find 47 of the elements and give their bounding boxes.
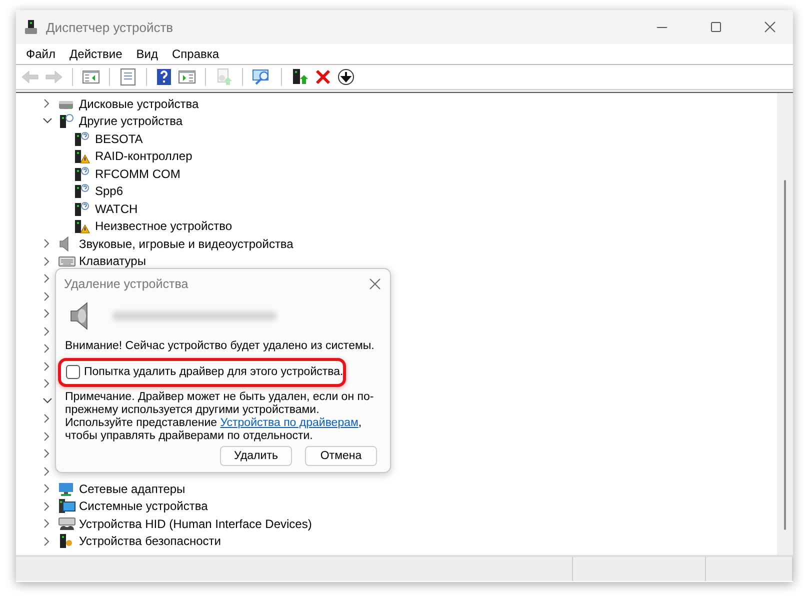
computer-icon	[58, 498, 76, 514]
tree-item[interactable]: Дисковые устройства	[79, 96, 199, 111]
tree-item[interactable]: WATCH	[95, 202, 138, 216]
close-icon[interactable]	[369, 278, 381, 290]
unknown-device-icon	[74, 183, 90, 200]
tree-item[interactable]: BESOTA	[95, 132, 143, 146]
dialog-title: Удаление устройства	[64, 277, 190, 291]
down-arrow-circle-button[interactable]	[335, 66, 357, 88]
maximize-icon[interactable]	[710, 21, 722, 33]
unknown-device-icon	[74, 130, 90, 147]
checkbox-label[interactable]: Попытка удалить драйвер для этого устройства.	[84, 366, 344, 378]
menu-item[interactable]: Файл	[22, 47, 66, 61]
checkbox[interactable]	[66, 365, 80, 379]
driver-view-link[interactable]: Устройства по драйверам	[220, 417, 358, 429]
network-monitor-icon	[58, 480, 74, 497]
unknown-device-icon	[74, 166, 90, 182]
security-device-icon	[58, 533, 74, 550]
device-icon	[24, 19, 38, 35]
tree-item[interactable]: RAID-контроллер	[95, 149, 192, 164]
note-text: Примечание. Драйвер может не быть удален, если он по-прежнему используется другими устройствами.	[65, 391, 375, 417]
tree-item[interactable]: Неизвестное устройство	[95, 219, 232, 234]
warning-text: Внимание! Сейчас устройство будет удалено из системы.	[65, 340, 376, 352]
help-button[interactable]	[154, 66, 174, 88]
tree-item[interactable]: Spp6	[95, 184, 124, 198]
delete-button[interactable]: Удалить	[220, 446, 292, 466]
scrollbar[interactable]	[777, 93, 793, 555]
keyboard-mouse-icon	[58, 516, 76, 532]
warning-device-icon	[74, 148, 90, 164]
hint-text: Используйте представление Устройства по драйверам, чтобы управлять драйверами по отдельности.	[65, 417, 363, 443]
tree-item[interactable]: Сетевые адаптеры	[79, 482, 186, 496]
window-title: Диспетчер устройств	[46, 20, 174, 34]
tree-item[interactable]: Устройства безопасности	[79, 534, 221, 548]
tree-item[interactable]: Устройства HID (Human Interface Devices)	[79, 516, 312, 531]
unknown-device-icon	[74, 200, 90, 217]
unknown-device-icon	[58, 113, 74, 130]
tree-item[interactable]: Другие устройства	[79, 114, 183, 128]
close-icon[interactable]	[764, 21, 776, 33]
tree-item[interactable]: Системные устройства	[79, 499, 208, 514]
warning-device-icon	[74, 218, 90, 234]
keyboard-icon	[58, 255, 76, 268]
tree-item[interactable]: Звуковые, игровые и видеоустройства	[79, 236, 294, 251]
menu-item[interactable]: Вид	[132, 47, 168, 61]
cancel-button[interactable]: Отмена	[305, 446, 377, 466]
menu-item[interactable]: Действие	[66, 47, 132, 61]
tree-item[interactable]: Клавиатуры	[79, 254, 146, 268]
menu-item[interactable]: Справка	[168, 47, 230, 61]
tree-item[interactable]: RFCOMM COM	[95, 166, 180, 181]
